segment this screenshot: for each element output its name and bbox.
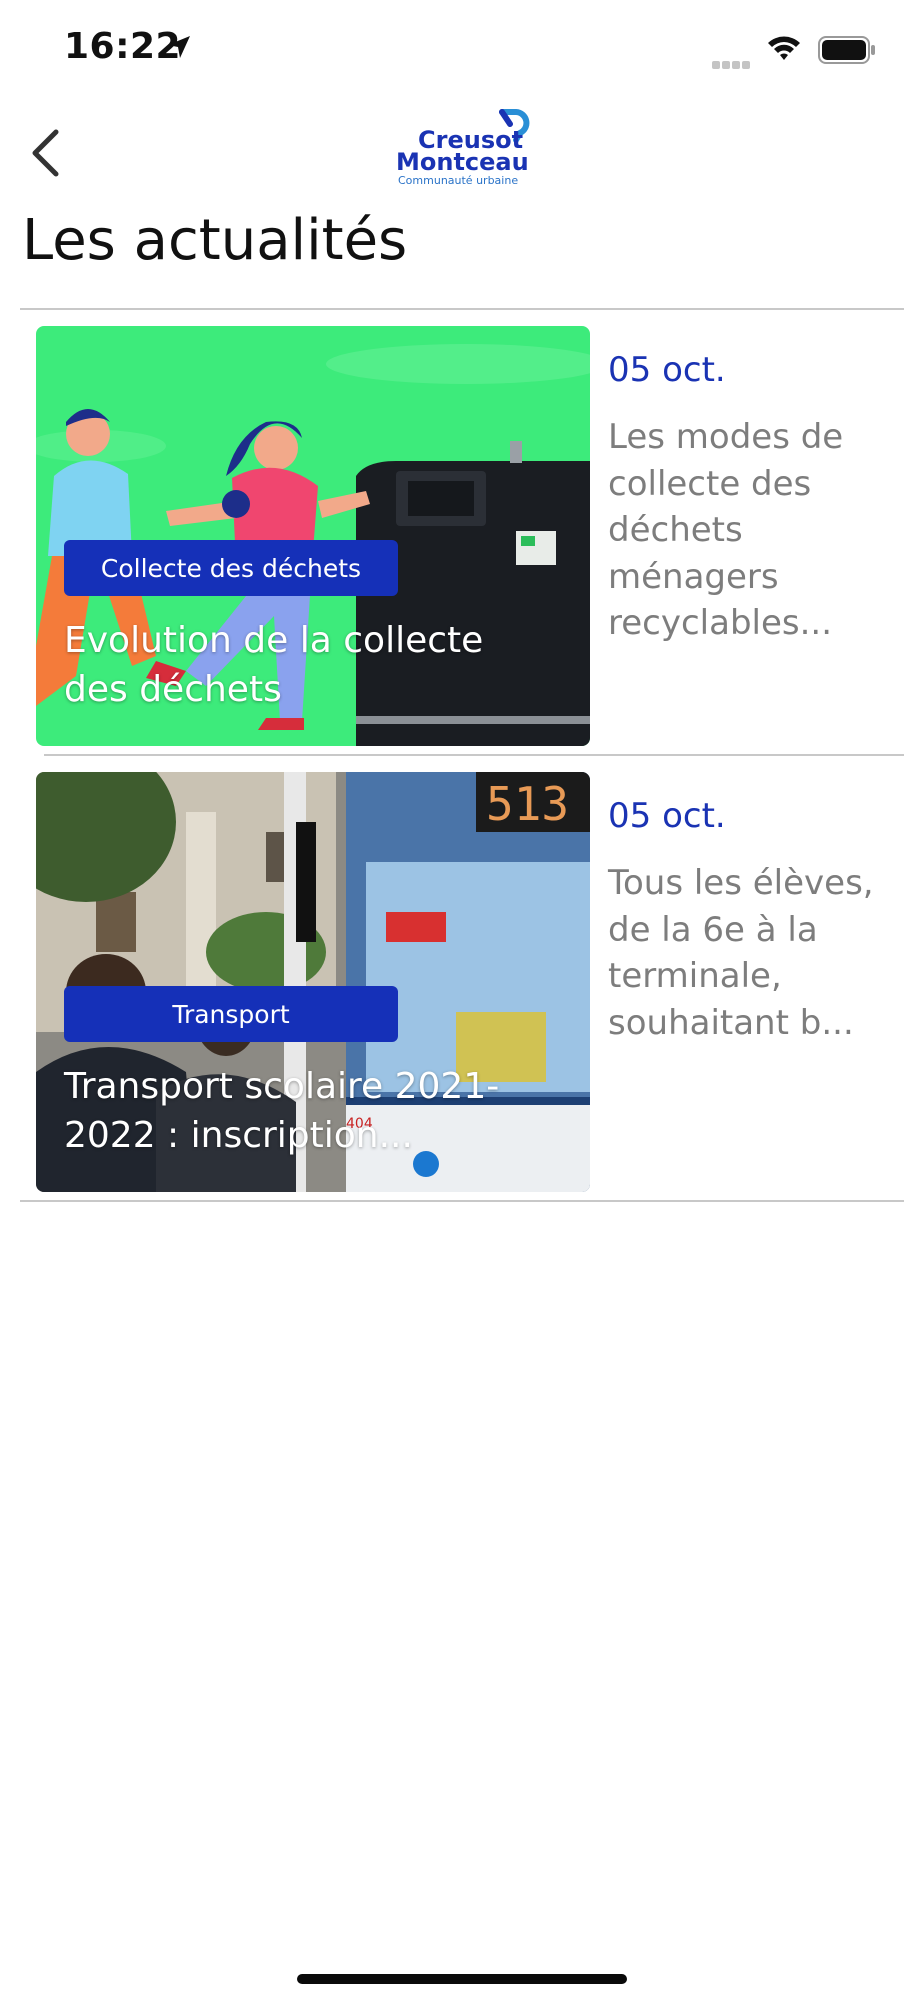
news-date: 05 oct. bbox=[608, 796, 726, 836]
news-title: Transport scolaire 2021-2022 : inscripti… bbox=[64, 1066, 500, 1156]
news-image-waste-collection: Collecte des déchets Evolution de la col… bbox=[36, 326, 590, 746]
status-time: 16:22 bbox=[64, 26, 182, 67]
news-date: 05 oct. bbox=[608, 350, 726, 390]
battery-icon bbox=[818, 36, 876, 68]
news-excerpt: Les modes de collecte des déchets ménage… bbox=[608, 417, 844, 643]
home-indicator[interactable] bbox=[297, 1974, 627, 1984]
chevron-left-icon bbox=[30, 129, 60, 181]
navigation-bar: Creusot Montceau Communauté urbaine bbox=[0, 100, 924, 210]
news-item[interactable]: 513 404 Transport Transport scolaire 202… bbox=[36, 772, 906, 1192]
page-title: Les actualités bbox=[22, 208, 408, 273]
location-arrow-icon bbox=[166, 34, 192, 64]
back-button[interactable] bbox=[20, 122, 70, 188]
category-badge: Collecte des déchets bbox=[64, 540, 398, 596]
wifi-icon bbox=[766, 34, 802, 66]
item-divider bbox=[44, 754, 904, 756]
item-divider bbox=[20, 1200, 904, 1202]
news-item[interactable]: Collecte des déchets Evolution de la col… bbox=[36, 326, 906, 746]
bus-destination-display: 513 bbox=[486, 777, 569, 831]
cellular-signal-icon bbox=[712, 54, 752, 73]
news-title: Evolution de la collecte des déchets bbox=[64, 620, 484, 710]
logo-text-subtitle: Communauté urbaine bbox=[398, 174, 519, 187]
category-badge: Transport bbox=[64, 986, 398, 1042]
header-divider bbox=[20, 308, 904, 310]
news-excerpt: Tous les élèves, de la 6e à la terminale… bbox=[608, 863, 874, 1043]
status-bar: 16:22 bbox=[0, 0, 924, 100]
news-image-school-bus: 513 404 Transport Transport scolaire 202… bbox=[36, 772, 590, 1192]
logo: Creusot Montceau Communauté urbaine bbox=[390, 104, 540, 188]
logo-text-montceau: Montceau bbox=[396, 148, 529, 176]
